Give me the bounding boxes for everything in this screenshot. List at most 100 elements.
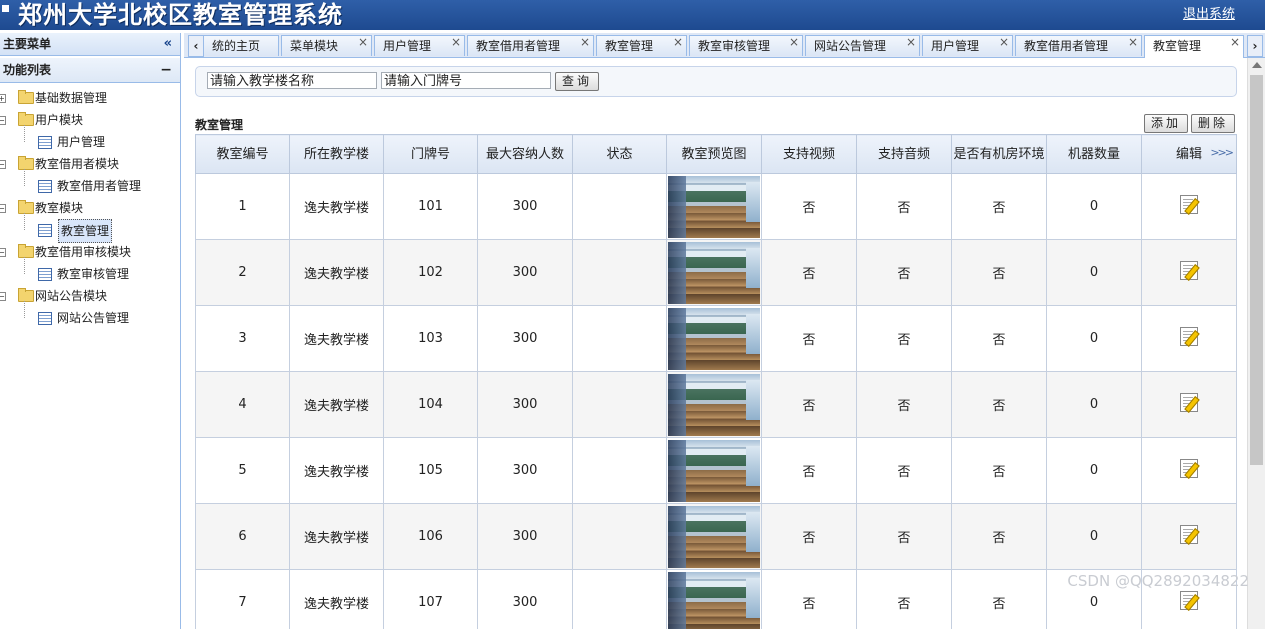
tab-close-icon[interactable]: ×	[1230, 36, 1240, 53]
column-header[interactable]: 所在教学楼	[289, 134, 384, 174]
edit-icon[interactable]	[1180, 327, 1198, 346]
table-row[interactable]: 1 逸夫教学楼 101 300 否否否 0	[195, 173, 1237, 240]
column-header-label: 支持视频	[782, 146, 835, 162]
column-header[interactable]: 是否有机房环境	[951, 134, 1047, 174]
edit-icon[interactable]	[1180, 261, 1198, 280]
more-columns-icon[interactable]: >>>	[1210, 145, 1234, 160]
edit-cell	[1141, 173, 1237, 240]
tab-close-icon[interactable]: ×	[673, 36, 683, 53]
tab-close-icon[interactable]: ×	[580, 36, 590, 53]
cell-status	[572, 503, 667, 570]
delete-button[interactable]: 删除	[1191, 114, 1235, 133]
folder-icon	[18, 200, 34, 214]
tab-item[interactable]: 网站公告管理 ×	[805, 35, 920, 56]
search-bar: 查询	[195, 66, 1237, 97]
cell-building: 逸夫教学楼	[289, 437, 384, 504]
cell-machines: 0	[1046, 305, 1142, 372]
column-header[interactable]: 编辑 >>>	[1141, 134, 1237, 174]
collapse-icon[interactable]: −	[0, 116, 6, 125]
column-header[interactable]: 教室预览图	[666, 134, 762, 174]
tab-close-icon[interactable]: ×	[906, 36, 916, 53]
column-header[interactable]: 机器数量	[1046, 134, 1142, 174]
tab-close-icon[interactable]: ×	[451, 36, 461, 53]
tab-item[interactable]: 教室借用者管理 ×	[467, 35, 594, 56]
door-search-input[interactable]	[381, 72, 551, 89]
minimize-panel-icon[interactable]: −	[160, 58, 172, 82]
cell-capacity: 300	[477, 569, 573, 629]
tab-close-icon[interactable]: ×	[358, 36, 368, 53]
tab-close-icon[interactable]: ×	[999, 36, 1009, 53]
cell-machines: 0	[1046, 437, 1142, 504]
cell-lab: 否	[951, 371, 1047, 438]
column-header[interactable]: 支持音频	[856, 134, 952, 174]
building-search-input[interactable]	[207, 72, 377, 89]
tab-scroll-left-icon[interactable]: ‹	[188, 35, 204, 57]
edit-cell	[1141, 371, 1237, 438]
cell-video: 否	[761, 305, 857, 372]
cell-status	[572, 239, 667, 306]
folder-icon	[18, 288, 34, 302]
table-row[interactable]: 2 逸夫教学楼 102 300 否否否 0	[195, 239, 1237, 306]
collapse-icon[interactable]: −	[0, 292, 6, 301]
table-row[interactable]: 3 逸夫教学楼 103 300 否否否 0	[195, 305, 1237, 372]
tab-item[interactable]: 教室审核管理 ×	[689, 35, 803, 56]
main-menu-title: 主要菜单	[3, 37, 52, 51]
column-header-label: 编辑	[1175, 146, 1202, 162]
cell-building: 逸夫教学楼	[289, 305, 384, 372]
tab-item[interactable]: 菜单模块 ×	[281, 35, 372, 56]
vertical-scrollbar[interactable]	[1247, 58, 1265, 629]
tab-close-icon[interactable]: ×	[789, 36, 799, 53]
cell-id: 2	[195, 239, 290, 306]
tab-item[interactable]: 统的主页	[203, 35, 279, 56]
edit-icon[interactable]	[1180, 525, 1198, 544]
scrollbar-thumb[interactable]	[1250, 75, 1263, 465]
add-button[interactable]: 添加	[1144, 114, 1188, 133]
tab-label: 教室审核管理	[698, 39, 771, 53]
collapse-icon[interactable]: −	[0, 248, 6, 257]
query-button[interactable]: 查询	[555, 72, 599, 91]
edit-icon[interactable]	[1180, 393, 1198, 412]
table-row[interactable]: 6 逸夫教学楼 106 300 否否否 0	[195, 503, 1237, 570]
column-header[interactable]: 状态	[572, 134, 667, 174]
logout-link[interactable]: 退出系统	[1183, 3, 1235, 22]
column-header-label: 教室预览图	[681, 146, 747, 162]
scroll-up-icon[interactable]	[1252, 62, 1262, 68]
column-header[interactable]: 支持视频	[761, 134, 857, 174]
column-header[interactable]: 教室编号	[195, 134, 290, 174]
tab-item[interactable]: 教室借用者管理 ×	[1015, 35, 1142, 56]
column-header-label: 支持音频	[877, 146, 930, 162]
tab-item[interactable]: 教室管理 ×	[1144, 35, 1244, 58]
edit-icon[interactable]	[1180, 195, 1198, 214]
expand-icon[interactable]: +	[0, 94, 6, 103]
classroom-preview-image	[668, 175, 760, 238]
column-header[interactable]: 门牌号	[383, 134, 478, 174]
table-row[interactable]: 4 逸夫教学楼 104 300 否否否 0	[195, 371, 1237, 438]
edit-icon[interactable]	[1180, 591, 1198, 610]
classroom-preview-cell	[666, 503, 762, 570]
tab-item[interactable]: 用户管理 ×	[374, 35, 465, 56]
collapse-sidebar-icon[interactable]: «	[164, 33, 172, 55]
tree-folder-label: 用户模块	[35, 113, 84, 127]
table-row[interactable]: 5 逸夫教学楼 105 300 否否否 0	[195, 437, 1237, 504]
collapse-icon[interactable]: −	[0, 160, 6, 169]
cell-building: 逸夫教学楼	[289, 569, 384, 629]
cell-building: 逸夫教学楼	[289, 503, 384, 570]
table-icon	[38, 224, 52, 237]
tab-close-icon[interactable]: ×	[1128, 36, 1138, 53]
collapse-icon[interactable]: −	[0, 204, 6, 213]
tab-label: 菜单模块	[290, 39, 339, 53]
classroom-table: 教室编号 所在教学楼 门牌号 最大容纳人数 状态 教室预览图 支持视频 支持音频 是否有机房环境…	[195, 134, 1237, 629]
tab-item[interactable]: 教室管理 ×	[596, 35, 687, 56]
cell-audio: 否	[856, 305, 952, 372]
folder-icon	[18, 112, 34, 126]
tab-item[interactable]: 用户管理 ×	[922, 35, 1013, 56]
cell-machines: 0	[1046, 173, 1142, 240]
edit-icon[interactable]	[1180, 459, 1198, 478]
main-content: ‹ 统的主页 菜单模块 × 用户管理 × 教室借用者管理 × 教室管理 × 教室审核管理 × 网站公告…	[184, 33, 1265, 629]
tab-label: 网站公告管理	[814, 39, 887, 53]
column-header[interactable]: 最大容纳人数	[477, 134, 573, 174]
classroom-preview-image	[668, 505, 760, 568]
classroom-preview-cell	[666, 437, 762, 504]
tab-scroll-right-icon[interactable]: ›	[1247, 35, 1263, 57]
cell-video: 否	[761, 569, 857, 629]
